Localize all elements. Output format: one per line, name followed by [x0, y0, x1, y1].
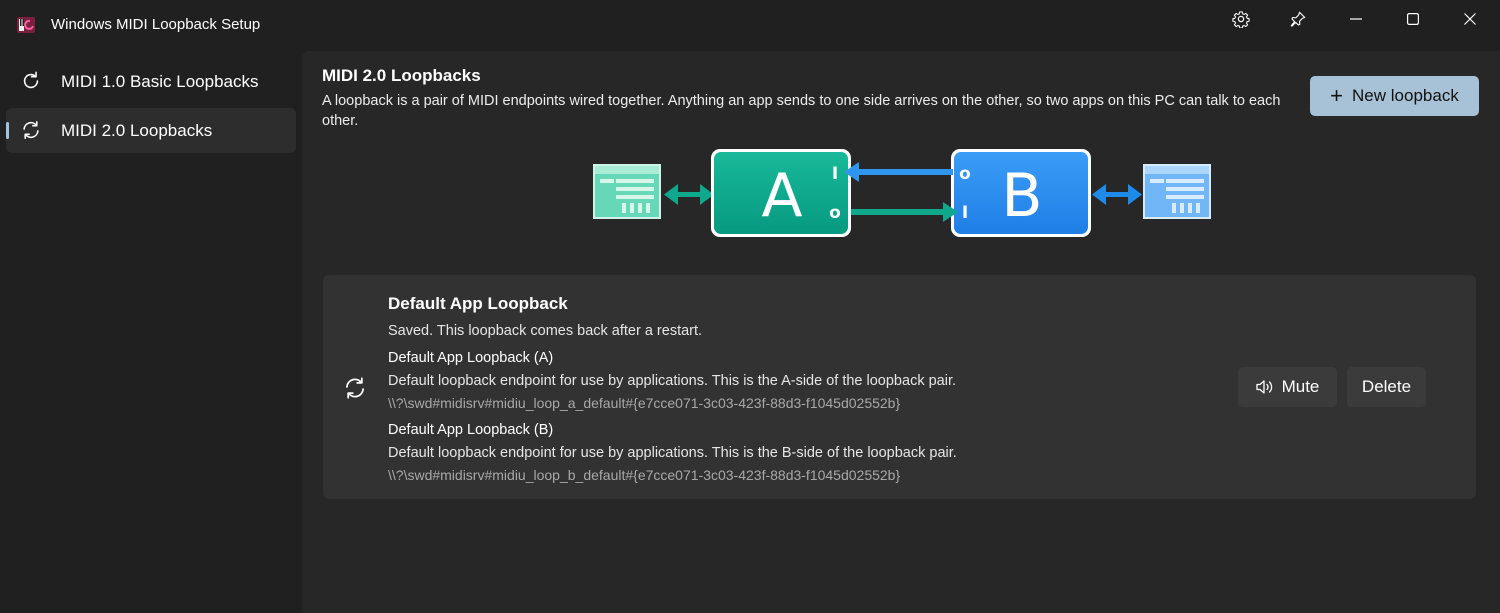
sidebar-item-midi2-loopbacks[interactable]: MIDI 2.0 Loopbacks: [6, 108, 296, 153]
selection-indicator: [6, 122, 9, 139]
arrow-a-to-b-icon: [851, 202, 958, 222]
loopback-card: Default App Loopback Saved. This loopbac…: [323, 275, 1476, 499]
page-title: MIDI 2.0 Loopbacks: [322, 66, 481, 85]
loopback-status: Saved. This loopback comes back after a …: [388, 323, 703, 339]
endpoint-a-id: \\?\swd#midisrv#midiu_loop_a_default#{e7…: [388, 395, 901, 411]
pin-button[interactable]: [1270, 0, 1326, 38]
endpoint-b-name: Default App Loopback (B): [388, 422, 554, 438]
new-loopback-label: New loopback: [1352, 86, 1459, 105]
main-panel: MIDI 2.0 Loopbacks A loopback is a pair …: [302, 51, 1500, 613]
side-a-out-label: o: [829, 203, 841, 223]
sidebar-item-label: MIDI 1.0 Basic Loopbacks: [61, 72, 259, 91]
app-window-a-icon: [593, 164, 661, 219]
gear-icon: [1232, 11, 1250, 28]
pin-icon: [1290, 11, 1306, 27]
side-a-label: A: [761, 161, 802, 231]
sync-icon: [23, 120, 39, 140]
sidebar-item-midi1-loopbacks[interactable]: MIDI 1.0 Basic Loopbacks: [6, 59, 296, 104]
side-b-out-label: o: [959, 164, 971, 184]
mute-button[interactable]: Mute: [1238, 367, 1337, 407]
side-b-label: B: [1001, 161, 1042, 231]
plus-icon: +: [1330, 83, 1344, 108]
endpoint-a-name: Default App Loopback (A): [388, 350, 554, 366]
sidebar: MIDI 1.0 Basic Loopbacks MIDI 2.0 Loopba…: [0, 50, 302, 613]
new-loopback-button[interactable]: + New loopback: [1310, 76, 1479, 116]
refresh-icon: [23, 71, 39, 89]
speaker-icon: [1255, 380, 1272, 394]
page-description: A loopback is a pair of MIDI endpoints w…: [322, 93, 1281, 129]
delete-button[interactable]: Delete: [1347, 367, 1426, 407]
close-icon: [1464, 13, 1476, 25]
loopback-diagram: A I o B o I: [593, 149, 1211, 237]
sync-icon: [346, 377, 364, 399]
minimize-button[interactable]: [1328, 0, 1384, 38]
sidebar-item-label: MIDI 2.0 Loopbacks: [61, 121, 213, 140]
loopback-title: Default App Loopback: [388, 294, 568, 313]
endpoint-b-id: \\?\swd#midisrv#midiu_loop_b_default#{e7…: [388, 467, 901, 483]
title-bar: Windows MIDI Loopback Setup: [0, 0, 1500, 50]
maximize-button[interactable]: [1385, 0, 1441, 38]
window-title: Windows MIDI Loopback Setup: [51, 16, 261, 33]
maximize-icon: [1407, 13, 1419, 25]
minimize-icon: [1350, 18, 1362, 20]
app-logo-icon: [17, 15, 37, 35]
close-button[interactable]: [1442, 0, 1498, 38]
endpoint-b-description: Default loopback endpoint for use by app…: [388, 445, 957, 461]
bidirectional-arrow-a-icon: [664, 184, 714, 205]
bidirectional-arrow-b-icon: [1092, 184, 1142, 205]
mute-label: Mute: [1281, 377, 1320, 396]
app-window-b-icon: [1143, 164, 1211, 219]
side-a-in-label: I: [832, 164, 838, 184]
arrow-b-to-a-icon: [844, 162, 953, 182]
delete-label: Delete: [1361, 377, 1412, 396]
side-b-in-label: I: [962, 203, 968, 223]
settings-button[interactable]: [1213, 0, 1269, 38]
endpoint-a-description: Default loopback endpoint for use by app…: [388, 373, 956, 389]
